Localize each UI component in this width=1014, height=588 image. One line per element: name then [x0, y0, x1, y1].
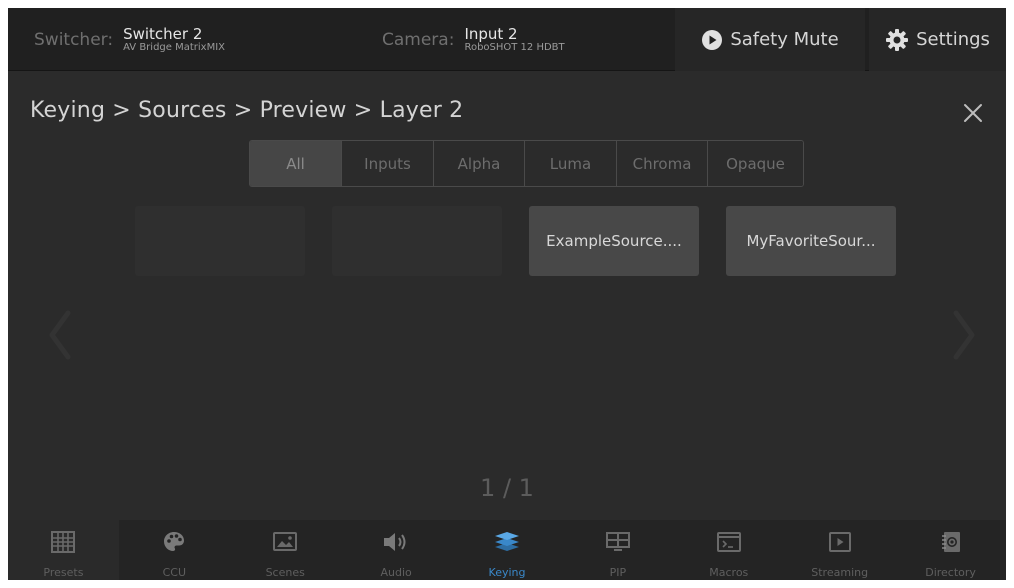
switcher-selector[interactable]: Switcher: Switcher 2 AV Bridge MatrixMIX — [34, 8, 225, 71]
nav-label: Presets — [43, 566, 84, 579]
nav-audio[interactable]: Audio — [341, 520, 452, 580]
nav-presets[interactable]: Presets — [8, 520, 119, 580]
nav-directory[interactable]: Directory — [895, 520, 1006, 580]
address-book-icon — [939, 529, 963, 555]
camera-model: RoboSHOT 12 HDBT — [464, 41, 565, 53]
play-circle-icon — [701, 29, 723, 51]
settings-label: Settings — [916, 29, 990, 50]
safety-mute-button[interactable]: Safety Mute — [675, 8, 865, 71]
source-tile-favorite[interactable]: MyFavoriteSour... — [726, 206, 896, 276]
page-indicator: 1 / 1 — [480, 474, 534, 502]
top-bar: Switcher: Switcher 2 AV Bridge MatrixMIX… — [8, 8, 1006, 71]
nav-label: Directory — [925, 566, 976, 579]
close-button[interactable] — [960, 100, 986, 126]
bottom-nav: Presets CCU Scenes Audio Keying PIP Macr… — [8, 520, 1006, 580]
breadcrumb: Keying > Sources > Preview > Layer 2 — [30, 98, 464, 123]
prev-page-button[interactable] — [44, 305, 74, 365]
nav-keying[interactable]: Keying — [452, 520, 563, 580]
tab-chroma[interactable]: Chroma — [617, 141, 708, 186]
filter-tabs: All Inputs Alpha Luma Chroma Opaque — [249, 140, 804, 187]
camera-selector[interactable]: Camera: Input 2 RoboSHOT 12 HDBT — [382, 8, 565, 71]
close-icon — [964, 104, 982, 122]
safety-mute-label: Safety Mute — [730, 29, 839, 50]
switcher-model: AV Bridge MatrixMIX — [123, 41, 226, 53]
grid-icon — [51, 529, 76, 555]
source-tile-empty — [332, 206, 502, 276]
nav-pip[interactable]: PIP — [562, 520, 673, 580]
tab-inputs[interactable]: Inputs — [342, 141, 434, 186]
tab-opaque[interactable]: Opaque — [708, 141, 803, 186]
nav-label: Macros — [709, 566, 749, 579]
tab-alpha[interactable]: Alpha — [434, 141, 525, 186]
source-tile-empty — [135, 206, 305, 276]
tab-all[interactable]: All — [250, 141, 342, 186]
play-box-icon — [828, 529, 852, 555]
nav-macros[interactable]: Macros — [673, 520, 784, 580]
nav-label: Streaming — [811, 566, 869, 579]
terminal-icon — [716, 529, 742, 555]
nav-scenes[interactable]: Scenes — [230, 520, 341, 580]
camera-key: Camera: — [382, 29, 455, 50]
settings-button[interactable]: Settings — [869, 8, 1006, 71]
palette-icon — [162, 529, 186, 555]
nav-label: Audio — [380, 566, 412, 579]
nav-label: Scenes — [265, 566, 305, 579]
pip-icon — [605, 529, 631, 555]
next-page-button[interactable] — [950, 305, 980, 365]
chevron-left-icon — [49, 310, 71, 360]
speaker-icon — [382, 529, 410, 555]
nav-streaming[interactable]: Streaming — [784, 520, 895, 580]
switcher-key: Switcher: — [34, 29, 114, 50]
nav-ccu[interactable]: CCU — [119, 520, 230, 580]
tab-luma[interactable]: Luma — [525, 141, 617, 186]
scene-icon — [272, 529, 298, 555]
chevron-right-icon — [953, 310, 975, 360]
layers-icon — [493, 529, 521, 555]
source-tile-example[interactable]: ExampleSource.... — [529, 206, 699, 276]
nav-label: CCU — [162, 566, 187, 579]
nav-label: Keying — [488, 566, 526, 579]
nav-label: PIP — [609, 566, 627, 579]
gear-icon — [885, 28, 909, 52]
camera-name: Input 2 — [464, 24, 518, 43]
switcher-name: Switcher 2 — [123, 24, 203, 43]
